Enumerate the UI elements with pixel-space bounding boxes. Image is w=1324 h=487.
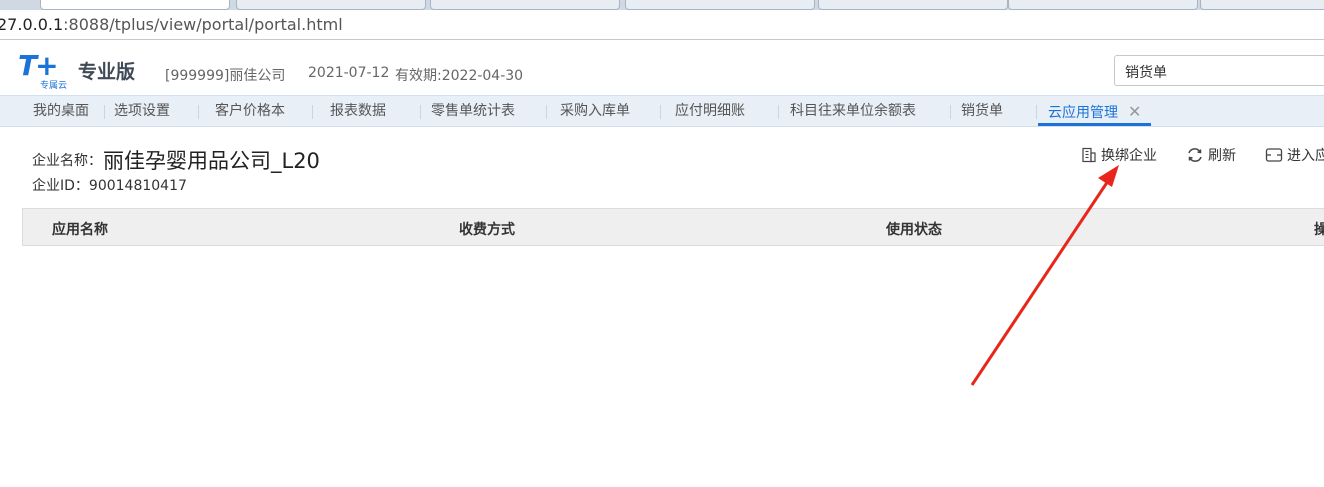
annotation-arrow bbox=[970, 165, 1119, 386]
